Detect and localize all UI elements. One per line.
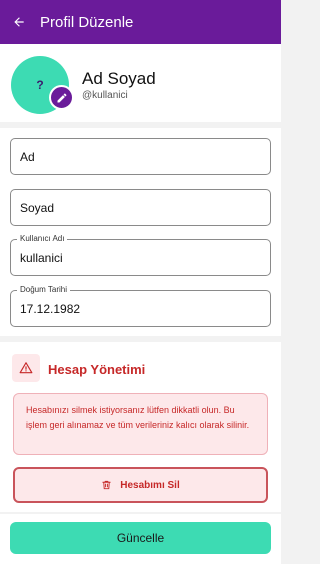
birth-date-input[interactable] [11, 291, 270, 326]
trash-icon [102, 480, 111, 490]
profile-header: ? Ad Soyad @kullanici [0, 44, 281, 122]
app-bar: Profil Düzenle [0, 0, 281, 44]
birth-date-field[interactable]: Doğum Tarihi [10, 285, 271, 327]
edit-avatar-button[interactable] [49, 85, 74, 110]
first-name-input[interactable] [11, 139, 270, 174]
last-name-field[interactable] [10, 189, 271, 226]
warning-triangle-icon [19, 362, 33, 374]
section-title: Hesap Yönetimi [48, 362, 146, 377]
delete-warning-notice: Hesabınızı silmek istiyorsanız lütfen di… [13, 393, 268, 455]
arrow-left-icon [14, 17, 24, 27]
profile-name: Ad Soyad [82, 69, 156, 88]
delete-account-button[interactable]: Hesabımı Sil [13, 467, 268, 503]
profile-username: @kullanici [82, 90, 128, 101]
delete-account-label: Hesabımı Sil [120, 479, 180, 491]
profile-form: Kullanıcı Adı Doğum Tarihi [0, 128, 281, 336]
pencil-icon [57, 93, 66, 102]
username-label: Kullanıcı Adı [17, 234, 68, 244]
username-field[interactable]: Kullanıcı Adı [10, 234, 271, 276]
page-title: Profil Düzenle [40, 13, 134, 31]
footer-bar: Güncelle [0, 514, 281, 564]
birth-date-label: Doğum Tarihi [17, 285, 70, 295]
account-management-section: Hesap Yönetimi Hesabınızı silmek istiyor… [0, 342, 281, 512]
warning-icon-box [12, 354, 40, 382]
first-name-field[interactable] [10, 138, 271, 175]
username-input[interactable] [11, 240, 270, 275]
last-name-input[interactable] [11, 190, 270, 225]
back-button[interactable] [10, 13, 28, 31]
update-button[interactable]: Güncelle [10, 522, 271, 554]
avatar-initial: ? [36, 78, 44, 92]
